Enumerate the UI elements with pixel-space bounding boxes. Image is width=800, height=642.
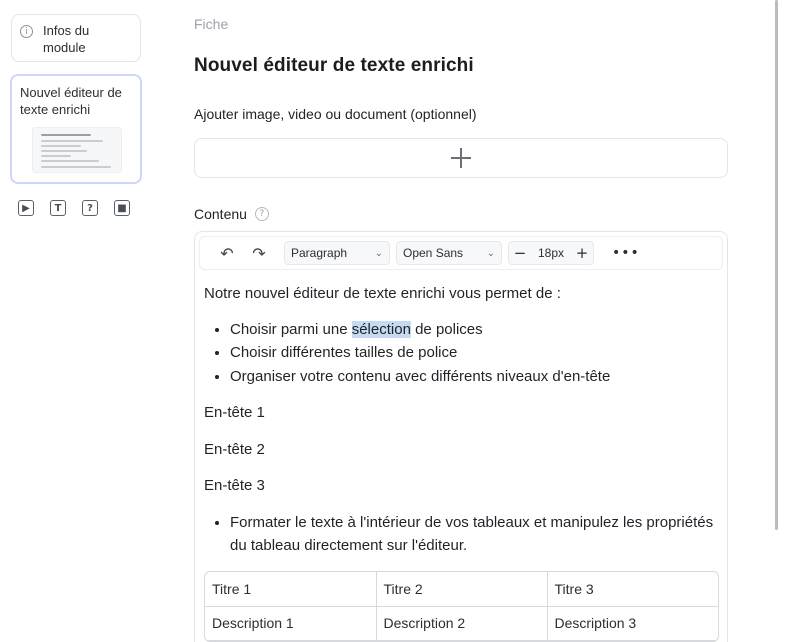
page-title[interactable]: Nouvel éditeur de texte enrichi <box>194 55 474 77</box>
camera-icon[interactable]: ■ <box>114 200 130 216</box>
text-icon[interactable]: T <box>50 200 66 216</box>
feature-list: Choisir parmi une sélection de polices C… <box>204 318 714 389</box>
media-label: Ajouter image, video ou document (option… <box>194 106 477 122</box>
block-type-value: Paragraph <box>291 246 348 260</box>
list-item: Choisir parmi une sélection de polices <box>230 318 714 342</box>
table-row: Description 1 Description 2 Description … <box>205 605 718 641</box>
font-size-stepper: − 18px + <box>508 241 594 265</box>
list-item: Formater le texte à l'intérieur de vos t… <box>230 511 714 558</box>
module-sidebar: i Infos du module Nouvel éditeur de text… <box>0 0 160 642</box>
heading-1: En-tête 1 <box>204 404 265 421</box>
editor-toolbar: ↶ ↷ Paragraph ⌄ Open Sans ⌄ − 18px + ••• <box>199 236 723 270</box>
plus-icon <box>451 148 471 168</box>
content-card-thumbnail <box>32 127 122 173</box>
media-upload-box[interactable] <box>194 138 728 178</box>
list-item-text: Choisir parmi une <box>230 320 352 338</box>
heading-2: En-tête 2 <box>204 440 265 458</box>
list-item: Choisir différentes tailles de police <box>230 341 714 365</box>
intro-paragraph: Notre nouvel éditeur de texte enrichi vo… <box>204 285 561 302</box>
table-cell[interactable]: Description 1 <box>205 605 377 641</box>
quiz-icon[interactable]: ? <box>82 200 98 216</box>
increase-size-button[interactable]: + <box>571 244 593 262</box>
list-item-text: de polices <box>410 320 483 338</box>
decrease-size-button[interactable]: − <box>509 244 531 262</box>
redo-icon[interactable]: ↷ <box>244 244 274 263</box>
selected-text: sélection <box>351 320 411 338</box>
list-item: Organiser votre contenu avec différents … <box>230 365 714 389</box>
table-cell[interactable]: Description 3 <box>546 605 718 641</box>
content-card-selected[interactable]: Nouvel éditeur de texte enrichi <box>10 74 142 184</box>
editor-table[interactable]: Titre 1 Titre 2 Titre 3 Description 1 De… <box>204 571 719 642</box>
scrollbar[interactable] <box>775 0 778 530</box>
table-cell[interactable]: Titre 3 <box>546 572 718 607</box>
video-icon[interactable]: ▶ <box>18 200 34 216</box>
add-content-toolbar: ▶ T ? ■ <box>18 200 146 216</box>
breadcrumb: Fiche <box>194 16 229 32</box>
table-feature-list: Formater le texte à l'intérieur de vos t… <box>204 511 714 558</box>
chevron-down-icon: ⌄ <box>374 247 383 259</box>
table-cell[interactable]: Description 2 <box>375 605 548 641</box>
table-row: Titre 1 Titre 2 Titre 3 <box>205 572 718 607</box>
info-icon: i <box>20 25 33 38</box>
font-size-value[interactable]: 18px <box>531 246 571 260</box>
infos-module-card[interactable]: i Infos du module <box>11 14 141 62</box>
table-cell[interactable]: Titre 1 <box>205 572 377 607</box>
rich-text-editor[interactable]: ↶ ↷ Paragraph ⌄ Open Sans ⌄ − 18px + •••… <box>194 231 728 642</box>
table-cell[interactable]: Titre 2 <box>375 572 548 607</box>
block-type-select[interactable]: Paragraph ⌄ <box>284 241 390 265</box>
content-label-text: Contenu <box>194 206 247 222</box>
heading-3: En-tête 3 <box>204 477 265 494</box>
help-icon[interactable]: ? <box>254 207 269 221</box>
font-family-select[interactable]: Open Sans ⌄ <box>396 241 502 265</box>
undo-icon[interactable]: ↶ <box>212 244 242 263</box>
chevron-down-icon: ⌄ <box>486 247 495 259</box>
content-card-label: Nouvel éditeur de texte enrichi <box>20 85 122 117</box>
content-label: Contenu ? <box>194 206 269 222</box>
infos-module-label: Infos du module <box>43 23 90 55</box>
more-options-icon[interactable]: ••• <box>612 245 640 261</box>
editor-content[interactable]: Notre nouvel éditeur de texte enrichi vo… <box>204 282 714 558</box>
font-family-value: Open Sans <box>403 246 464 260</box>
